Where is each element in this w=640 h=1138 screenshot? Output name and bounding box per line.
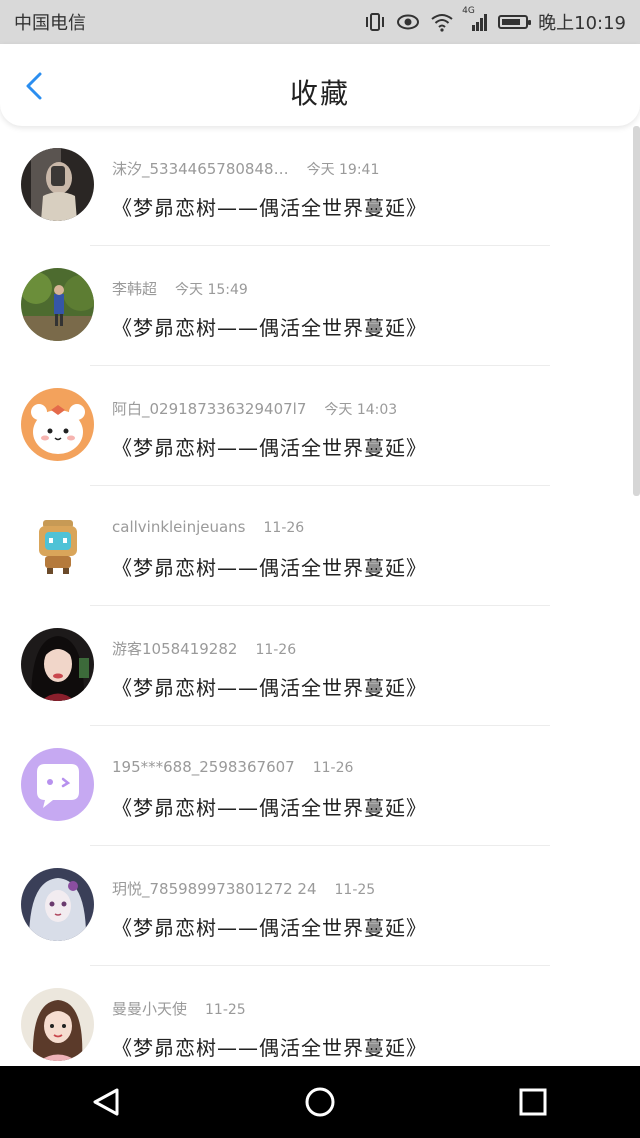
timestamp: 今天 15:49 bbox=[175, 282, 248, 298]
timestamp: 今天 19:41 bbox=[306, 162, 380, 178]
item-title: 《梦昴恋树——偶活全世界蔓延》 bbox=[112, 796, 427, 820]
scrollbar[interactable] bbox=[633, 126, 640, 496]
list-item[interactable]: 阿白_029187336329407l7 今天 14:03 《梦昴恋树——偶活全世… bbox=[0, 366, 640, 486]
username: callvinkleinjeuans bbox=[112, 518, 246, 536]
status-bar: 中国电信 4G 晚上10:19 bbox=[0, 0, 640, 44]
system-back-button[interactable] bbox=[87, 1082, 127, 1122]
battery-icon bbox=[498, 15, 532, 29]
item-meta: 游客1058419282 11-26 bbox=[112, 638, 296, 659]
system-nav-bar bbox=[0, 1066, 640, 1138]
item-meta: 沫汐_5334465780848… 今天 19:41 bbox=[112, 158, 379, 179]
item-meta: 195***688_2598367607 11-26 bbox=[112, 758, 353, 776]
item-title: 《梦昴恋树——偶活全世界蔓延》 bbox=[112, 436, 427, 460]
list-item[interactable]: 游客1058419282 11-26 《梦昴恋树——偶活全世界蔓延》 bbox=[0, 606, 640, 726]
username: 玥悦_785989973801272 24 bbox=[112, 880, 317, 898]
cell-signal-icon: 4G bbox=[462, 6, 488, 32]
item-meta: 曼曼小天使 11-25 bbox=[112, 998, 246, 1019]
item-title: 《梦昴恋树——偶活全世界蔓延》 bbox=[112, 556, 427, 580]
status-icons: 4G 晚上10:19 bbox=[364, 6, 626, 35]
list-item[interactable]: 195***688_2598367607 11-26 《梦昴恋树——偶活全世界蔓延… bbox=[0, 726, 640, 846]
avatar[interactable] bbox=[21, 868, 94, 941]
timestamp: 11-26 bbox=[312, 760, 354, 776]
page-header: 收藏 bbox=[0, 44, 640, 126]
clock-label: 晚上10:19 bbox=[538, 13, 626, 34]
avatar[interactable] bbox=[21, 388, 94, 461]
avatar[interactable] bbox=[21, 508, 94, 581]
username: 李韩超 bbox=[112, 280, 158, 298]
page-title: 收藏 bbox=[289, 77, 350, 110]
eye-icon bbox=[396, 13, 420, 31]
item-title: 《梦昴恋树——偶活全世界蔓延》 bbox=[112, 1036, 427, 1060]
square-recents-icon bbox=[519, 1088, 547, 1116]
username: 沫汐_5334465780848… bbox=[112, 160, 289, 178]
list-item[interactable]: callvinkleinjeuans 11-26 《梦昴恋树——偶活全世界蔓延》 bbox=[0, 486, 640, 606]
timestamp: 11-25 bbox=[334, 882, 376, 898]
item-meta: 李韩超 今天 15:49 bbox=[112, 278, 248, 299]
username: 195***688_2598367607 bbox=[112, 758, 295, 776]
item-title: 《梦昴恋树——偶活全世界蔓延》 bbox=[112, 196, 427, 220]
timestamp: 11-25 bbox=[205, 1002, 246, 1018]
username: 曼曼小天使 bbox=[112, 1000, 188, 1018]
avatar[interactable] bbox=[21, 628, 94, 701]
item-meta: callvinkleinjeuans 11-26 bbox=[112, 518, 304, 536]
battery-level bbox=[502, 19, 520, 25]
timestamp: 今天 14:03 bbox=[324, 402, 398, 418]
username: 游客1058419282 bbox=[112, 640, 238, 658]
triangle-back-icon bbox=[93, 1088, 119, 1116]
item-title: 《梦昴恋树——偶活全世界蔓延》 bbox=[112, 316, 427, 340]
avatar[interactable] bbox=[21, 148, 94, 221]
timestamp: 11-26 bbox=[263, 520, 305, 536]
wifi-icon bbox=[430, 12, 454, 32]
avatar[interactable] bbox=[21, 268, 94, 341]
favorites-list[interactable]: 沫汐_5334465780848… 今天 19:41 《梦昴恋树——偶活全世界蔓延… bbox=[0, 126, 640, 1066]
list-item[interactable]: 玥悦_785989973801272 24 11-25 《梦昴恋树——偶活全世界蔓… bbox=[0, 846, 640, 966]
avatar[interactable] bbox=[21, 988, 94, 1061]
list-item[interactable]: 沫汐_5334465780848… 今天 19:41 《梦昴恋树——偶活全世界蔓延… bbox=[0, 126, 640, 246]
avatar[interactable] bbox=[21, 748, 94, 821]
item-title: 《梦昴恋树——偶活全世界蔓延》 bbox=[112, 916, 427, 940]
network-type-label: 4G bbox=[462, 6, 475, 16]
username: 阿白_029187336329407l7 bbox=[112, 400, 307, 418]
timestamp: 11-26 bbox=[255, 642, 297, 658]
list-item[interactable]: 李韩超 今天 15:49 《梦昴恋树——偶活全世界蔓延》 bbox=[0, 246, 640, 366]
item-title: 《梦昴恋树——偶活全世界蔓延》 bbox=[112, 676, 427, 700]
item-meta: 玥悦_785989973801272 24 11-25 bbox=[112, 878, 375, 899]
vibrate-icon bbox=[364, 12, 386, 32]
list-item[interactable]: 曼曼小天使 11-25 《梦昴恋树——偶活全世界蔓延》 bbox=[0, 966, 640, 1066]
screen: 中国电信 4G 晚上10:19 收藏 沫汐_5334465780848… 今天 … bbox=[0, 0, 640, 1138]
item-meta: 阿白_029187336329407l7 今天 14:03 bbox=[112, 398, 397, 419]
circle-home-icon bbox=[305, 1087, 335, 1117]
carrier-label: 中国电信 bbox=[14, 13, 86, 34]
system-home-button[interactable] bbox=[300, 1082, 340, 1122]
system-recents-button[interactable] bbox=[513, 1082, 553, 1122]
